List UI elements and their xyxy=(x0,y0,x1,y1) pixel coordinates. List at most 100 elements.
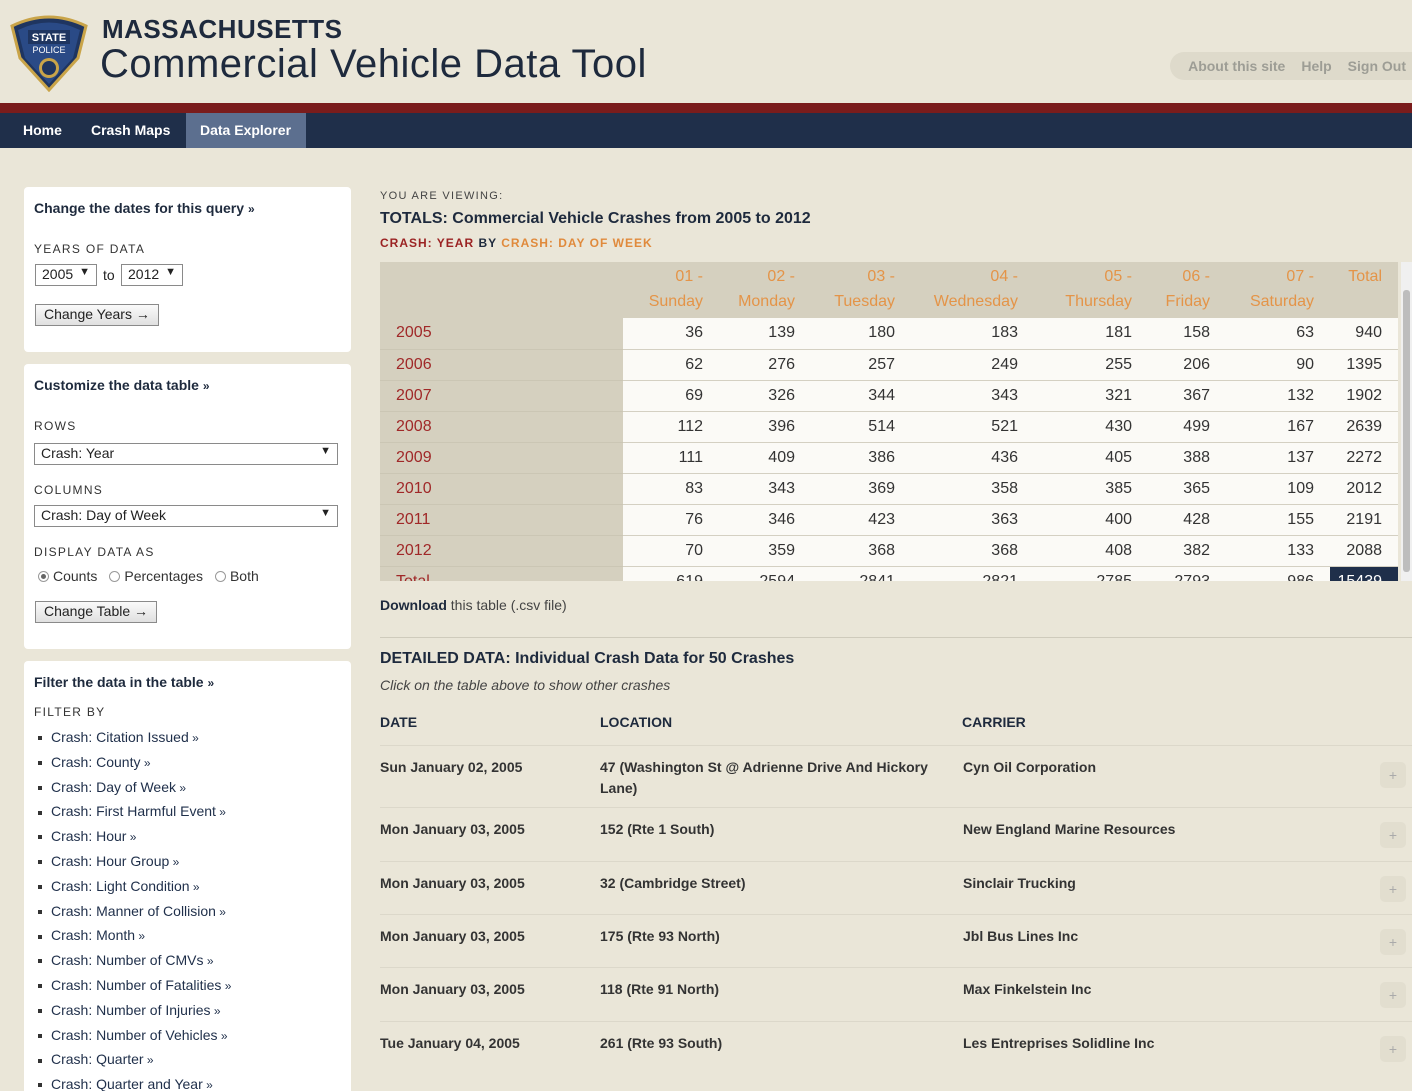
filter-item[interactable]: Crash: Hour » xyxy=(38,824,231,849)
change-years-button[interactable]: Change Years → xyxy=(35,304,159,326)
crosstab-cell[interactable]: 2785 xyxy=(1034,566,1148,581)
crosstab-row-header[interactable]: 2012 xyxy=(380,535,623,567)
crosstab-cell[interactable]: 326 xyxy=(719,380,811,412)
dates-panel-title[interactable]: Change the dates for this query » xyxy=(34,200,255,216)
filter-item[interactable]: Crash: Quarter and Year » xyxy=(38,1072,231,1091)
crosstab-cell[interactable]: 132 xyxy=(1226,380,1330,412)
download-link[interactable]: Download xyxy=(380,597,447,613)
crosstab-cell[interactable]: 133 xyxy=(1226,535,1330,567)
crosstab-cell[interactable]: 36 xyxy=(623,318,719,350)
crosstab-cell[interactable]: 249 xyxy=(911,349,1034,381)
percentages-radio[interactable] xyxy=(109,570,121,582)
expand-row-button[interactable]: + xyxy=(1380,876,1406,902)
crosstab-column-header[interactable]: 05 - Thursday xyxy=(1034,262,1148,318)
crosstab-cell[interactable]: 385 xyxy=(1034,473,1148,505)
filter-item[interactable]: Crash: Number of CMVs » xyxy=(38,948,231,973)
crosstab-cell[interactable]: 167 xyxy=(1226,411,1330,443)
crosstab-cell[interactable]: 423 xyxy=(811,504,911,536)
filter-item[interactable]: Crash: Quarter » xyxy=(38,1047,231,1072)
crosstab-cell[interactable]: 365 xyxy=(1148,473,1226,505)
about-link[interactable]: About this site xyxy=(1188,58,1285,74)
counts-radio[interactable] xyxy=(38,570,49,582)
crosstab-column-header[interactable]: 03 - Tuesday xyxy=(811,262,911,318)
crosstab-cell[interactable]: 940 xyxy=(1330,318,1398,350)
crosstab-row-header[interactable]: 2009 xyxy=(380,442,623,474)
filter-item[interactable]: Crash: Month » xyxy=(38,923,231,948)
crosstab-row-header[interactable]: 2007 xyxy=(380,380,623,412)
crosstab-cell[interactable]: 396 xyxy=(719,411,811,443)
crosstab-cell[interactable]: 155 xyxy=(1226,504,1330,536)
help-link[interactable]: Help xyxy=(1301,58,1331,74)
crosstab-cell[interactable]: 386 xyxy=(811,442,911,474)
crosstab-cell[interactable]: 76 xyxy=(623,504,719,536)
scrollbar-thumb[interactable] xyxy=(1403,290,1410,572)
nav-data-explorer[interactable]: Data Explorer xyxy=(186,113,306,148)
crosstab-cell[interactable]: 369 xyxy=(811,473,911,505)
change-table-button[interactable]: Change Table → xyxy=(35,601,158,623)
crosstab-cell[interactable]: 2594 xyxy=(719,566,811,581)
crosstab-column-header[interactable]: 07 - Saturday xyxy=(1226,262,1330,318)
filter-item[interactable]: Crash: Number of Fatalities » xyxy=(38,973,231,998)
filter-item[interactable]: Crash: First Harmful Event » xyxy=(38,799,231,824)
crosstab-row-header[interactable]: 2006 xyxy=(380,349,623,381)
expand-row-button[interactable]: + xyxy=(1380,1036,1406,1062)
crosstab-cell[interactable]: 409 xyxy=(719,442,811,474)
crosstab-cell[interactable]: 388 xyxy=(1148,442,1226,474)
crosstab-cell[interactable]: 111 xyxy=(623,442,719,474)
rows-select[interactable]: Crash: Year ▼ xyxy=(34,443,338,465)
crosstab-cell[interactable]: 343 xyxy=(911,380,1034,412)
crosstab-cell[interactable]: 69 xyxy=(623,380,719,412)
crosstab-cell[interactable]: 255 xyxy=(1034,349,1148,381)
crosstab-cell[interactable]: 137 xyxy=(1226,442,1330,474)
nav-crash-maps[interactable]: Crash Maps xyxy=(77,113,184,148)
crosstab-cell[interactable]: 158 xyxy=(1148,318,1226,350)
crosstab-row-header[interactable]: 2005 xyxy=(380,318,623,350)
crosstab-cell[interactable]: 359 xyxy=(719,535,811,567)
crosstab-cell[interactable]: 1902 xyxy=(1330,380,1398,412)
crosstab-cell[interactable]: 183 xyxy=(911,318,1034,350)
crosstab-cell[interactable]: 408 xyxy=(1034,535,1148,567)
crosstab-cell[interactable]: 367 xyxy=(1148,380,1226,412)
crosstab-row-header[interactable]: 2011 xyxy=(380,504,623,536)
crosstab-cell[interactable]: 343 xyxy=(719,473,811,505)
expand-row-button[interactable]: + xyxy=(1380,929,1406,955)
filter-item[interactable]: Crash: Citation Issued » xyxy=(38,725,231,750)
crosstab-cell[interactable]: 2821 xyxy=(911,566,1034,581)
columns-select[interactable]: Crash: Day of Week ▼ xyxy=(34,505,338,527)
crosstab-column-header[interactable]: 01 - Sunday xyxy=(623,262,719,318)
filter-item[interactable]: Crash: Manner of Collision » xyxy=(38,899,231,924)
filter-item[interactable]: Crash: Number of Vehicles » xyxy=(38,1023,231,1048)
crosstab-cell[interactable]: 15439 xyxy=(1330,566,1398,581)
crosstab-cell[interactable]: 344 xyxy=(811,380,911,412)
crosstab-cell[interactable]: 109 xyxy=(1226,473,1330,505)
nav-home[interactable]: Home xyxy=(9,113,76,148)
crosstab-cell[interactable]: 405 xyxy=(1034,442,1148,474)
crosstab-cell[interactable]: 63 xyxy=(1226,318,1330,350)
crosstab-cell[interactable]: 2012 xyxy=(1330,473,1398,505)
crosstab-cell[interactable]: 368 xyxy=(811,535,911,567)
crosstab-cell[interactable]: 139 xyxy=(719,318,811,350)
crosstab-cell[interactable]: 400 xyxy=(1034,504,1148,536)
crosstab-column-header[interactable]: 02 - Monday xyxy=(719,262,811,318)
crosstab-cell[interactable]: 368 xyxy=(911,535,1034,567)
crosstab-row-header[interactable]: 2008 xyxy=(380,411,623,443)
filter-item[interactable]: Crash: Number of Injuries » xyxy=(38,998,231,1023)
crosstab-cell[interactable]: 521 xyxy=(911,411,1034,443)
expand-row-button[interactable]: + xyxy=(1380,822,1406,848)
crosstab-cell[interactable]: 2272 xyxy=(1330,442,1398,474)
crosstab-cell[interactable]: 257 xyxy=(811,349,911,381)
filter-item[interactable]: Crash: Light Condition » xyxy=(38,874,231,899)
expand-row-button[interactable]: + xyxy=(1380,762,1406,788)
to-year-select[interactable]: 2012 ▼ xyxy=(121,264,183,286)
crosstab-cell[interactable]: 346 xyxy=(719,504,811,536)
crosstab-cell[interactable]: 428 xyxy=(1148,504,1226,536)
crosstab-cell[interactable]: 276 xyxy=(719,349,811,381)
crosstab-cell[interactable]: 1395 xyxy=(1330,349,1398,381)
crosstab-cell[interactable]: 70 xyxy=(623,535,719,567)
sign-out-link[interactable]: Sign Out xyxy=(1348,58,1406,74)
crosstab-cell[interactable]: 619 xyxy=(623,566,719,581)
crosstab-cell[interactable]: 180 xyxy=(811,318,911,350)
crosstab-column-header[interactable]: 06 - Friday xyxy=(1148,262,1226,318)
crosstab-column-header[interactable]: Total xyxy=(1330,262,1398,318)
crosstab-cell[interactable]: 436 xyxy=(911,442,1034,474)
